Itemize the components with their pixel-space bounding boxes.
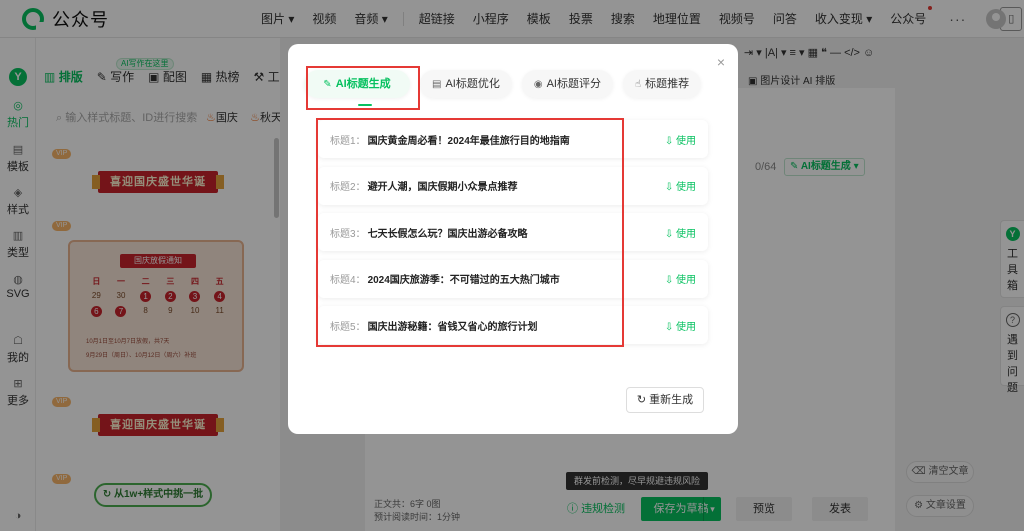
highlight-box-list xyxy=(316,118,624,347)
score-icon: ◉ xyxy=(533,79,543,90)
refresh-icon: ↻ xyxy=(636,394,647,406)
pin-icon: ⇩ xyxy=(664,182,674,193)
pin-icon: ⇩ xyxy=(664,228,674,240)
use-button[interactable]: ⇩ 使用 xyxy=(665,318,696,333)
use-button[interactable]: ⇩ 使用 xyxy=(665,271,696,286)
tab-title-recommend[interactable]: ☝ 标题推荐 xyxy=(623,70,702,98)
close-icon[interactable]: × xyxy=(717,54,725,70)
use-button[interactable]: ⇩ 使用 xyxy=(665,225,696,240)
pin-icon: ⇩ xyxy=(664,275,674,286)
thumb-icon: ☝ xyxy=(635,79,642,90)
tab-ai-title-score[interactable]: ◉ AI标题评分 xyxy=(521,70,613,98)
regenerate-button[interactable]: ↻ 重新生成 xyxy=(626,387,704,413)
ai-title-modal: × ✎ AI标题生成 ▤ AI标题优化 ◉ AI标题评分 ☝ 标题推荐 标题1： 国庆黄… xyxy=(288,44,738,434)
use-button[interactable]: ⇩ 使用 xyxy=(665,132,696,147)
pin-icon: ⇩ xyxy=(664,321,674,333)
highlight-box-tab xyxy=(306,66,420,110)
use-button[interactable]: ⇩ 使用 xyxy=(665,178,696,193)
document-icon: ▤ xyxy=(432,79,442,90)
tab-ai-title-optimize[interactable]: ▤ AI标题优化 xyxy=(420,70,512,98)
pin-icon: ⇩ xyxy=(664,135,674,147)
